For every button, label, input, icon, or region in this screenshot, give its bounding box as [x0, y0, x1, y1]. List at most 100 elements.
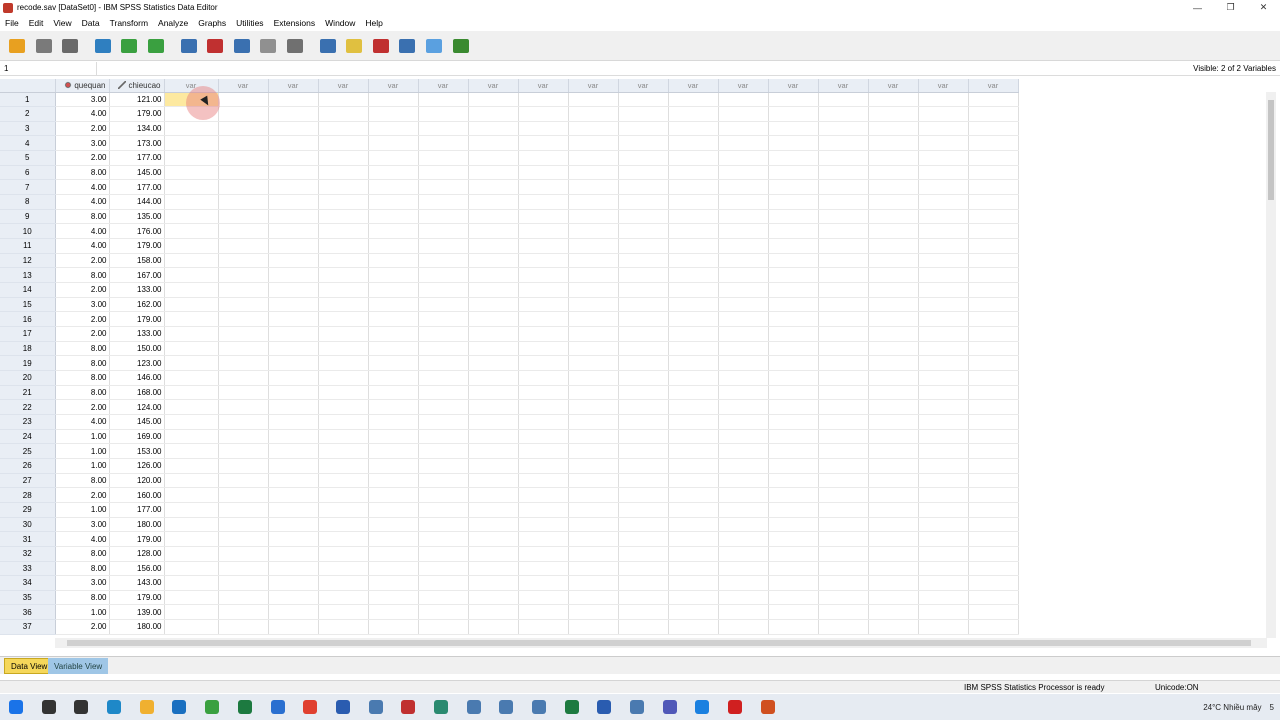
cell-quequan[interactable]: 2.00 — [55, 282, 110, 298]
row-header[interactable]: 28 — [0, 487, 56, 503]
empty-cell[interactable] — [818, 473, 869, 489]
empty-cell[interactable] — [818, 604, 869, 621]
empty-cell[interactable] — [318, 121, 369, 137]
empty-cell[interactable] — [418, 209, 469, 225]
empty-cell[interactable] — [164, 121, 219, 137]
empty-cell[interactable] — [318, 106, 369, 122]
variables-button[interactable] — [231, 35, 253, 57]
cell-quequan[interactable]: 4.00 — [55, 414, 110, 430]
empty-cell[interactable] — [418, 341, 469, 357]
save-button[interactable] — [33, 35, 55, 57]
empty-cell[interactable] — [568, 517, 619, 533]
empty-cell[interactable] — [968, 561, 1019, 577]
empty-cell[interactable] — [318, 326, 369, 342]
row-header[interactable]: 13 — [0, 267, 56, 284]
empty-cell[interactable] — [618, 267, 669, 284]
empty-cell[interactable] — [568, 121, 619, 137]
taskbar-chrome-green[interactable] — [201, 696, 223, 718]
cell-quequan[interactable]: 8.00 — [55, 165, 110, 181]
empty-cell[interactable] — [368, 297, 419, 313]
empty-cell[interactable] — [718, 297, 769, 313]
cell-quequan[interactable]: 8.00 — [55, 473, 110, 489]
empty-cell[interactable] — [568, 458, 619, 474]
empty-cell[interactable] — [518, 355, 569, 371]
empty-cell[interactable] — [468, 531, 519, 547]
empty-cell[interactable] — [318, 575, 369, 591]
cell-quequan[interactable]: 4.00 — [55, 223, 110, 240]
empty-cell[interactable] — [618, 385, 669, 401]
empty-cell[interactable] — [568, 341, 619, 357]
empty-cell[interactable] — [768, 370, 819, 386]
empty-cell[interactable] — [718, 150, 769, 166]
empty-cell[interactable] — [668, 150, 719, 166]
empty-cell[interactable] — [218, 135, 269, 152]
empty-cell[interactable] — [268, 370, 319, 386]
empty-cell[interactable] — [618, 223, 669, 240]
taskbar-file-explorer[interactable] — [136, 696, 158, 718]
empty-cell[interactable] — [368, 458, 419, 474]
empty-cell[interactable] — [518, 326, 569, 342]
empty-cell[interactable] — [818, 341, 869, 357]
empty-cell[interactable] — [718, 326, 769, 342]
empty-cell[interactable] — [568, 546, 619, 562]
empty-cell[interactable] — [918, 92, 969, 108]
column-header-var[interactable]: var — [868, 79, 919, 93]
empty-cell[interactable] — [518, 517, 569, 533]
empty-cell[interactable] — [164, 443, 219, 459]
empty-cell[interactable] — [718, 443, 769, 459]
taskbar-app[interactable] — [528, 696, 550, 718]
cell-quequan[interactable]: 2.00 — [55, 150, 110, 166]
empty-cell[interactable] — [164, 355, 219, 371]
cell-quequan[interactable]: 8.00 — [55, 546, 110, 562]
empty-cell[interactable] — [518, 297, 569, 313]
empty-cell[interactable] — [918, 370, 969, 386]
empty-cell[interactable] — [218, 355, 269, 371]
empty-cell[interactable] — [968, 370, 1019, 386]
empty-cell[interactable] — [618, 150, 669, 166]
empty-cell[interactable] — [218, 106, 269, 122]
horizontal-scroll-thumb[interactable] — [67, 640, 1251, 646]
menu-data[interactable]: Data — [77, 18, 105, 28]
empty-cell[interactable] — [768, 209, 819, 225]
empty-cell[interactable] — [368, 590, 419, 606]
empty-cell[interactable] — [668, 341, 719, 357]
cell-chieucao[interactable]: 179.00 — [109, 531, 165, 547]
empty-cell[interactable] — [518, 546, 569, 562]
empty-cell[interactable] — [418, 429, 469, 445]
empty-cell[interactable] — [718, 355, 769, 371]
empty-cell[interactable] — [368, 575, 419, 591]
notification-count[interactable]: 5 — [1270, 703, 1274, 712]
empty-cell[interactable] — [368, 604, 419, 621]
empty-cell[interactable] — [164, 414, 219, 430]
vertical-scrollbar[interactable] — [1266, 92, 1276, 638]
column-header-var[interactable]: var — [268, 79, 319, 93]
empty-cell[interactable] — [318, 561, 369, 577]
empty-cell[interactable] — [164, 223, 219, 240]
empty-cell[interactable] — [268, 209, 319, 225]
empty-cell[interactable] — [268, 165, 319, 181]
redo-button[interactable] — [145, 35, 167, 57]
empty-cell[interactable] — [218, 209, 269, 225]
empty-cell[interactable] — [468, 443, 519, 459]
empty-cell[interactable] — [268, 414, 319, 430]
cell-chieucao[interactable]: 177.00 — [109, 179, 165, 196]
empty-cell[interactable] — [418, 135, 469, 152]
empty-cell[interactable] — [268, 282, 319, 298]
empty-cell[interactable] — [518, 121, 569, 137]
cell-quequan[interactable]: 1.00 — [55, 458, 110, 474]
cell-quequan[interactable]: 2.00 — [55, 121, 110, 137]
empty-cell[interactable] — [164, 487, 219, 503]
empty-cell[interactable] — [618, 238, 669, 254]
empty-cell[interactable] — [618, 355, 669, 371]
empty-cell[interactable] — [218, 590, 269, 606]
empty-cell[interactable] — [268, 326, 319, 342]
taskbar-teams[interactable] — [659, 696, 681, 718]
cell-chieucao[interactable]: 121.00 — [109, 92, 165, 108]
empty-cell[interactable] — [918, 311, 969, 327]
cell-chieucao[interactable]: 134.00 — [109, 121, 165, 137]
empty-cell[interactable] — [268, 487, 319, 503]
empty-cell[interactable] — [164, 604, 219, 621]
empty-cell[interactable] — [518, 92, 569, 108]
empty-cell[interactable] — [668, 282, 719, 298]
empty-cell[interactable] — [618, 282, 669, 298]
